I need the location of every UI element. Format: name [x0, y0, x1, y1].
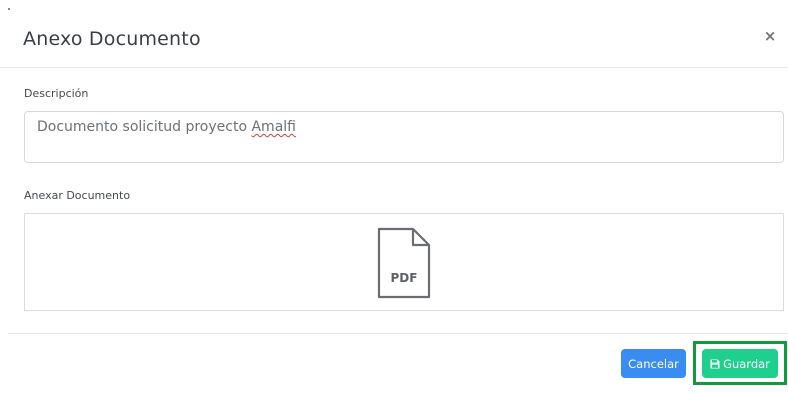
pdf-file-icon[interactable]: PDF [377, 227, 431, 299]
description-label: Descripción [24, 87, 89, 100]
description-input[interactable]: Documento solicitud proyecto Amalfi [24, 111, 784, 163]
save-button-label: Guardar [723, 356, 770, 371]
description-text-misspelled: Amalfi [251, 119, 296, 135]
description-text: Documento solicitud proyecto [37, 119, 252, 135]
pdf-file-type-text: PDF [391, 271, 418, 285]
modal-header: Anexo Documento × [0, 0, 788, 68]
close-icon[interactable]: × [764, 27, 777, 45]
footer-divider [8, 333, 788, 334]
attach-document-label: Anexar Documento [24, 189, 131, 202]
cancel-button[interactable]: Cancelar [621, 349, 686, 378]
floppy-disk-icon [710, 359, 720, 368]
close-button[interactable]: × [762, 28, 778, 44]
modal-title: Anexo Documento [23, 28, 201, 50]
file-dropzone[interactable]: PDF [24, 213, 784, 311]
anexo-documento-modal: Anexo Documento × Descripción Documento … [0, 0, 788, 393]
save-button[interactable]: Guardar [702, 349, 778, 378]
